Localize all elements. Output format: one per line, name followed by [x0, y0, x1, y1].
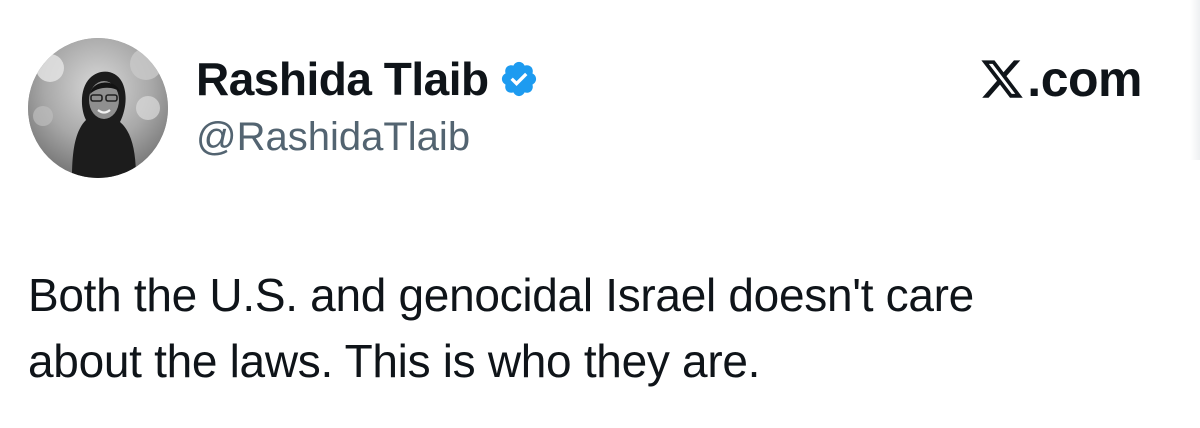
author-handle[interactable]: @RashidaTlaib	[196, 112, 470, 162]
brand-domain-text: .com	[1027, 51, 1142, 107]
tweet-card: Rashida Tlaib @RashidaTlaib .com Both th…	[0, 0, 1200, 428]
scrollbar-edge	[1190, 0, 1200, 160]
author-name-row: Rashida Tlaib	[196, 52, 539, 106]
avatar-photo	[28, 38, 168, 178]
x-logo-icon	[979, 56, 1025, 102]
brand-mark: .com	[979, 50, 1142, 108]
avatar[interactable]	[28, 38, 168, 178]
tweet-line: Both the U.S. and genocidal Israel doesn…	[28, 269, 974, 321]
tweet-body: Both the U.S. and genocidal Israel doesn…	[28, 262, 1168, 394]
verified-badge-icon[interactable]	[499, 59, 539, 99]
author-display-name[interactable]: Rashida Tlaib	[196, 52, 489, 106]
tweet-line: about the laws. This is who they are.	[28, 335, 761, 387]
